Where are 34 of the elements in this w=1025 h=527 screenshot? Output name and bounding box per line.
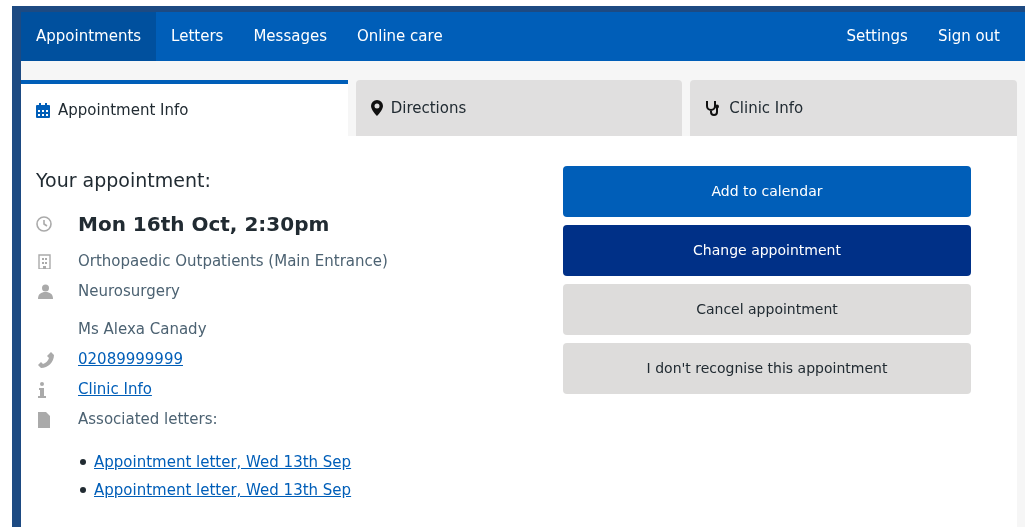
person-icon [38,284,53,299]
tab[interactable]: Directions [355,80,683,136]
action-button[interactable]: Change appointment [563,225,971,276]
calendar-icon [36,102,50,118]
stethoscope-icon [705,100,722,116]
detail-text: Ms Alexa Canady [78,319,207,341]
detail-link[interactable]: 02089999999 [78,348,183,371]
building-icon [38,254,51,269]
phone-icon [38,351,54,368]
nav-link[interactable]: Online care [341,12,458,61]
action-button[interactable]: I don't recognise this appointment [563,343,971,394]
document-icon [38,411,50,428]
letter-link[interactable]: Appointment letter, Wed 13th Sep [94,479,352,502]
nav-link[interactable]: Settings [831,12,923,61]
info-icon [38,381,46,398]
action-button[interactable]: Cancel appointment [563,284,971,335]
action-button[interactable]: Add to calendar [563,166,971,217]
tab[interactable]: Clinic Info [690,80,1017,136]
nav-link[interactable]: Messages [238,12,342,61]
nav-link[interactable]: Appointments [21,12,157,61]
bullet-icon [80,458,86,465]
bullet-icon [80,487,86,494]
clock-icon [36,215,52,232]
detail-link[interactable]: Clinic Info [78,378,152,401]
appointment-datetime: Mon 16th Oct, 2:30pm [78,210,330,238]
tab[interactable]: Appointment Info [21,80,348,136]
detail-text: Neurosurgery [78,281,180,303]
nav-link[interactable]: Sign out [922,12,1015,61]
detail-text: Associated letters: [78,409,218,431]
letter-link[interactable]: Appointment letter, Wed 13th Sep [94,450,352,473]
section-heading: Your appointment: [36,168,212,193]
detail-text: Orthopaedic Outpatients (Main Entrance) [78,251,388,273]
map-pin-icon [370,100,383,116]
nav-link[interactable]: Letters [156,12,239,61]
